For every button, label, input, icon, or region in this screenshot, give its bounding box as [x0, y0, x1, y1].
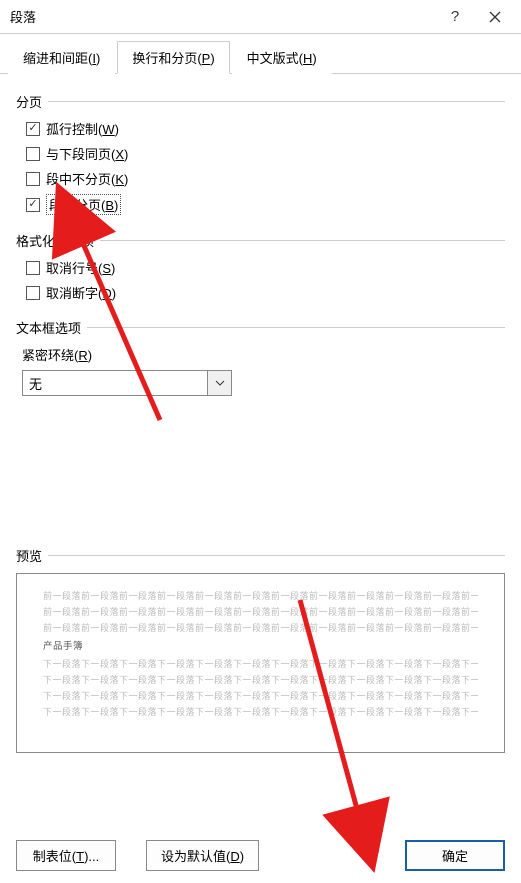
checkbox-label: 段中不分页(K) [46, 169, 128, 188]
checkbox-keep-with-next[interactable]: 与下段同页(X) [26, 144, 505, 163]
set-default-button[interactable]: 设为默认值(D) [146, 840, 259, 871]
checkbox-label: 取消断字(D) [46, 283, 116, 302]
preview-box: 前一段落前一段落前一段落前一段落前一段落前一段落前一段落前一段落前一段落前一段落… [16, 573, 505, 753]
preview-sample-text: 产品手簿 [43, 638, 478, 655]
close-button[interactable] [475, 3, 515, 31]
preview-after-text: 下一段落下一段落下一段落下一段落下一段落下一段落下一段落下一段落下一段落下一段落… [43, 672, 478, 688]
tabs-button[interactable]: 制表位(T)... [16, 840, 116, 871]
checkbox-label: 段前分页(B) [46, 194, 121, 215]
checkbox-label: 取消行号(S) [46, 258, 115, 277]
help-button[interactable]: ? [435, 3, 475, 31]
checkbox-icon [26, 147, 40, 161]
chevron-down-icon [215, 380, 225, 386]
checkbox-icon [26, 172, 40, 186]
preview-after-text: 下一段落下一段落下一段落下一段落下一段落下一段落下一段落下一段落下一段落下一段落… [43, 688, 478, 704]
dialog-title: 段落 [10, 7, 435, 26]
combo-value: 无 [23, 371, 207, 395]
close-icon [489, 11, 501, 23]
checkbox-suppress-line-numbers[interactable]: 取消行号(S) [26, 258, 505, 277]
checkbox-widow-control[interactable]: 孤行控制(W) [26, 119, 505, 138]
preview-before-text: 前一段落前一段落前一段落前一段落前一段落前一段落前一段落前一段落前一段落前一段落… [43, 604, 478, 620]
section-formatting-exceptions-label: 格式化例外项 [16, 231, 505, 250]
preview-before-text: 前一段落前一段落前一段落前一段落前一段落前一段落前一段落前一段落前一段落前一段落… [43, 588, 478, 604]
checkbox-icon [26, 261, 40, 275]
checkbox-label: 与下段同页(X) [46, 144, 128, 163]
preview-after-text: 下一段落下一段落下一段落下一段落下一段落下一段落下一段落下一段落下一段落下一段落… [43, 656, 478, 672]
checkbox-keep-lines-together[interactable]: 段中不分页(K) [26, 169, 505, 188]
checkbox-page-break-before[interactable]: 段前分页(B) [26, 194, 505, 215]
checkbox-label: 孤行控制(W) [46, 119, 119, 138]
checkbox-icon [26, 198, 40, 212]
tab-strip: 缩进和间距(I) 换行和分页(P) 中文版式(H) [0, 34, 521, 74]
section-textbox-options-label: 文本框选项 [16, 318, 505, 337]
tab-line-page-breaks[interactable]: 换行和分页(P) [117, 41, 229, 74]
tab-asian-layout[interactable]: 中文版式(H) [232, 41, 332, 74]
titlebar: 段落 ? [0, 0, 521, 34]
preview-after-text: 下一段落下一段落下一段落下一段落下一段落下一段落下一段落下一段落下一段落下一段落… [43, 704, 478, 720]
tight-wrap-label: 紧密环绕(R) [22, 345, 505, 364]
ok-button[interactable]: 确定 [405, 840, 505, 871]
checkbox-dont-hyphenate[interactable]: 取消断字(D) [26, 283, 505, 302]
button-bar: 制表位(T)... 设为默认值(D) 确定 [0, 840, 521, 871]
preview-before-text: 前一段落前一段落前一段落前一段落前一段落前一段落前一段落前一段落前一段落前一段落… [43, 620, 478, 636]
tab-content: 分页 孤行控制(W) 与下段同页(X) 段中不分页(K) 段前分页(B) 格式化… [0, 74, 521, 753]
section-pagination-label: 分页 [16, 92, 505, 111]
checkbox-icon [26, 286, 40, 300]
section-preview-label: 预览 [16, 546, 505, 565]
checkbox-icon [26, 122, 40, 136]
tab-indent-spacing[interactable]: 缩进和间距(I) [8, 41, 115, 74]
tight-wrap-combo[interactable]: 无 [22, 370, 232, 396]
combo-dropdown-button[interactable] [207, 371, 231, 395]
